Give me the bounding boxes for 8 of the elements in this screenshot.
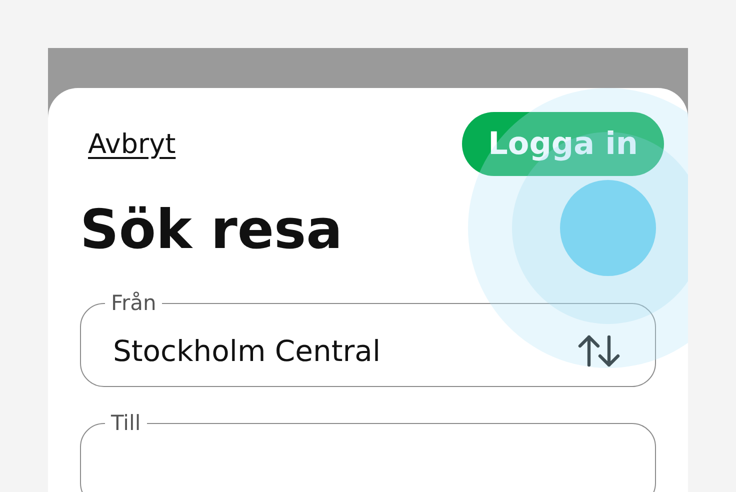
page-title: Sök resa: [80, 198, 344, 261]
cancel-link[interactable]: Avbryt: [88, 128, 176, 160]
field-label: Från: [110, 291, 158, 315]
input-field[interactable]: Från Stockholm Central: [80, 291, 656, 387]
input-field[interactable]: Till: [80, 411, 656, 492]
swap-icon[interactable]: [577, 332, 621, 368]
field-value: Stockholm Central: [113, 334, 380, 368]
field-label: Till: [110, 411, 142, 435]
